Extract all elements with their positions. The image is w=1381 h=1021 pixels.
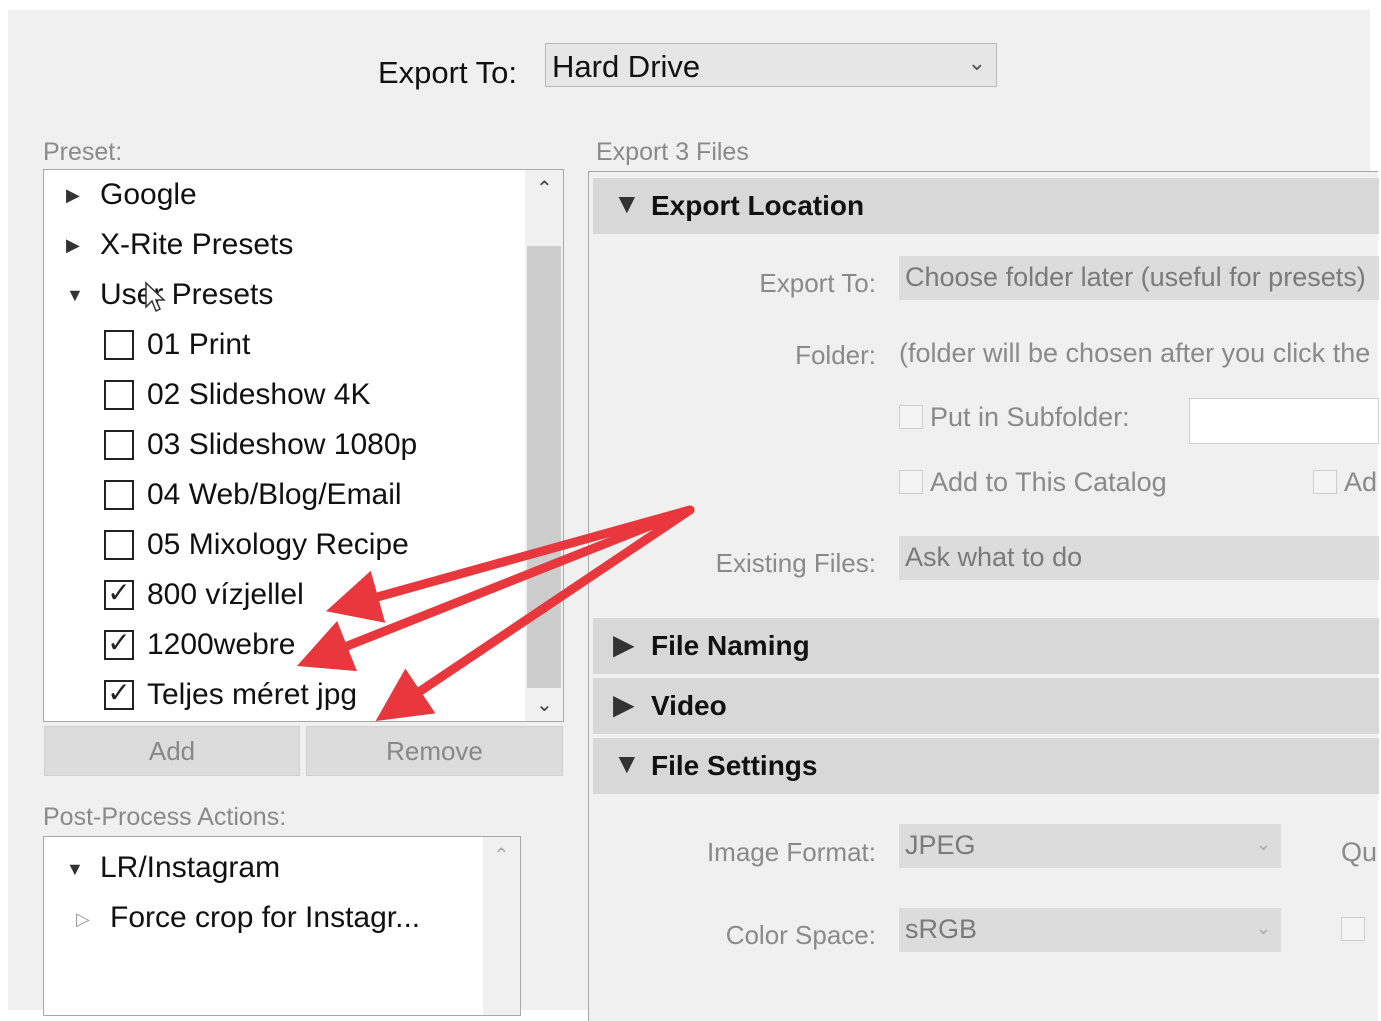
collapse-arrow-icon[interactable]: ▼ bbox=[66, 859, 84, 880]
collapse-arrow-icon[interactable]: ▼ bbox=[66, 285, 84, 306]
export-files-title: Export 3 Files bbox=[596, 138, 749, 166]
existing-files-label: Existing Files: bbox=[715, 548, 876, 578]
checkmark-icon: ✓ bbox=[107, 677, 131, 708]
chevron-down-icon: ⌄ bbox=[1255, 918, 1271, 938]
collapse-arrow-icon: ▼ bbox=[613, 188, 641, 219]
image-format-value: JPEG bbox=[905, 830, 976, 860]
chevron-down-icon: ⌄ bbox=[1255, 834, 1271, 854]
preset-checkbox[interactable] bbox=[104, 380, 134, 410]
scroll-up-icon[interactable]: ⌃ bbox=[493, 843, 510, 868]
existing-files-value: Ask what to do bbox=[905, 542, 1083, 572]
image-format-label: Image Format: bbox=[706, 837, 876, 867]
expand-arrow-icon: ▶ bbox=[613, 629, 635, 660]
export-to-value: Hard Drive bbox=[552, 49, 701, 84]
location-export-to-dropdown[interactable]: Choose folder later (useful for presets) bbox=[899, 256, 1379, 300]
location-export-to-label: Export To: bbox=[759, 268, 876, 298]
scroll-down-icon[interactable]: ⌄ bbox=[536, 692, 553, 717]
preset-checkbox-checked[interactable]: ✓ bbox=[104, 627, 134, 660]
color-space-value: sRGB bbox=[905, 914, 978, 944]
preset-item-01-print[interactable]: 01 Print bbox=[147, 328, 250, 362]
post-process-item[interactable]: Force crop for Instagr... bbox=[110, 901, 420, 935]
checkmark-icon: ✓ bbox=[107, 627, 131, 658]
preset-checkbox[interactable] bbox=[104, 480, 134, 510]
preset-tree: ▶ Google ▶ X-Rite Presets ▼ User Presets… bbox=[43, 169, 564, 722]
section-export-location[interactable]: ▼ Export Location bbox=[593, 178, 1379, 234]
preset-checkbox-checked[interactable]: ✓ bbox=[104, 577, 134, 610]
action-arrow-icon: ▷ bbox=[76, 909, 90, 929]
preset-folder-google[interactable]: Google bbox=[100, 178, 197, 212]
preset-checkbox[interactable] bbox=[104, 330, 134, 360]
preset-folder-user[interactable]: User Presets bbox=[100, 278, 273, 312]
preset-checkbox[interactable] bbox=[104, 430, 134, 460]
color-space-dropdown[interactable]: sRGB ⌄ bbox=[899, 908, 1281, 952]
subfolder-checkbox[interactable] bbox=[899, 405, 923, 429]
preset-item-04-web-blog-email[interactable]: 04 Web/Blog/Email bbox=[147, 478, 402, 512]
scroll-up-icon[interactable]: ⌃ bbox=[536, 176, 553, 201]
post-process-group[interactable]: LR/Instagram bbox=[100, 851, 280, 885]
section-title: Video bbox=[651, 690, 727, 721]
preset-item-05-mixology-recipe[interactable]: 05 Mixology Recipe bbox=[147, 528, 409, 562]
preset-item-1200webre[interactable]: 1200webre bbox=[147, 628, 295, 662]
scrollbar-thumb[interactable] bbox=[527, 246, 561, 688]
chevron-down-icon: ⌄ bbox=[967, 50, 986, 75]
quality-label: Qu bbox=[1341, 837, 1378, 867]
mouse-cursor-icon bbox=[145, 281, 166, 313]
extra-checkbox-label: Ad bbox=[1344, 467, 1378, 497]
post-process-tree: ▼ LR/Instagram ▷ Force crop for Instagr.… bbox=[43, 836, 521, 1016]
color-space-label: Color Space: bbox=[725, 920, 876, 950]
collapse-arrow-icon: ▼ bbox=[613, 748, 641, 779]
folder-label: Folder: bbox=[795, 340, 876, 370]
preset-checkbox[interactable] bbox=[104, 530, 134, 560]
section-file-naming[interactable]: ▶ File Naming bbox=[593, 618, 1379, 674]
post-process-label: Post-Process Actions: bbox=[43, 803, 287, 831]
export-to-dropdown[interactable]: Hard Drive ⌄ bbox=[545, 43, 997, 87]
expand-arrow-icon[interactable]: ▶ bbox=[66, 185, 80, 206]
preset-item-teljes-meret-jpg[interactable]: Teljes méret jpg bbox=[147, 678, 357, 712]
expand-arrow-icon: ▶ bbox=[613, 689, 635, 720]
folder-value: (folder will be chosen after you click t… bbox=[899, 338, 1371, 368]
extra-checkbox[interactable] bbox=[1341, 917, 1365, 941]
export-settings-panel: ▼ Export Location Export To: Choose fold… bbox=[588, 171, 1379, 1021]
add-to-catalog-label: Add to This Catalog bbox=[930, 467, 1167, 497]
extra-checkbox[interactable] bbox=[1313, 470, 1337, 494]
section-title: Export Location bbox=[651, 190, 865, 221]
subfolder-input[interactable] bbox=[1189, 398, 1379, 444]
section-title: File Settings bbox=[651, 750, 818, 781]
remove-preset-button[interactable]: Remove bbox=[306, 726, 563, 776]
subfolder-label: Put in Subfolder: bbox=[930, 402, 1130, 432]
image-format-dropdown[interactable]: JPEG ⌄ bbox=[899, 824, 1281, 868]
section-video[interactable]: ▶ Video bbox=[593, 678, 1379, 734]
preset-label: Preset: bbox=[43, 138, 123, 166]
export-to-label: Export To: bbox=[378, 55, 518, 90]
section-title: File Naming bbox=[651, 630, 810, 661]
add-preset-button[interactable]: Add bbox=[44, 726, 300, 776]
add-to-catalog-checkbox[interactable] bbox=[899, 470, 923, 494]
preset-checkbox-checked[interactable]: ✓ bbox=[104, 677, 134, 710]
preset-item-02-slideshow-4k[interactable]: 02 Slideshow 4K bbox=[147, 378, 370, 412]
preset-item-03-slideshow-1080p[interactable]: 03 Slideshow 1080p bbox=[147, 428, 417, 462]
checkmark-icon: ✓ bbox=[107, 577, 131, 608]
existing-files-dropdown[interactable]: Ask what to do bbox=[899, 536, 1379, 580]
section-file-settings[interactable]: ▼ File Settings bbox=[593, 738, 1379, 794]
preset-item-800-vizjellel[interactable]: 800 vízjellel bbox=[147, 578, 304, 612]
expand-arrow-icon[interactable]: ▶ bbox=[66, 235, 80, 256]
location-export-to-value: Choose folder later (useful for presets) bbox=[905, 262, 1366, 292]
preset-folder-xrite[interactable]: X-Rite Presets bbox=[100, 228, 293, 262]
